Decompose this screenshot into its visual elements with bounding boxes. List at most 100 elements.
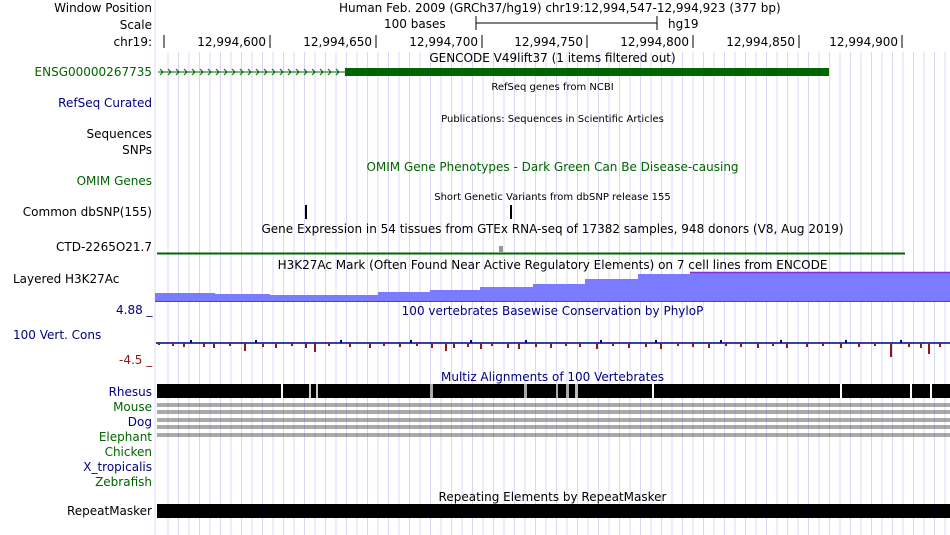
phylop-bar [840,343,842,348]
multiz-gap [566,384,569,398]
phylop-bar [410,340,412,343]
phylop-bar [920,343,922,348]
phylop-bar [507,343,509,348]
phylop-bar [467,343,469,347]
phylop-bar [565,343,567,346]
phylop-bar [183,343,185,347]
multiz-gap [930,384,932,398]
phylop-bar [525,340,527,343]
ruler-tick-label: 12,994,650 [303,35,372,49]
phylop-bar [845,340,847,343]
phylop-bar [939,343,941,347]
multiz-gap [281,384,283,398]
gtex-expression-bar[interactable] [499,246,503,252]
phylop-bar [740,343,742,347]
window-position-label: Window Position [54,1,152,15]
multiz-species-label[interactable]: Dog [128,416,152,428]
phylop-bar [786,343,788,348]
scale-assembly: hg19 [668,17,699,31]
repeatmasker-track-label[interactable]: RepeatMasker [67,505,152,517]
phylop-bar [600,340,602,343]
dbsnp-track-title: Short Genetic Variants from dbSNP releas… [434,192,671,203]
phylop-bar [328,343,330,346]
phylop-bar [725,343,727,346]
sequences-track-title: Publications: Sequences in Scientific Ar… [441,114,664,125]
phylop-bar [453,343,455,348]
gtex-track-label[interactable]: CTD-2265O21.7 [56,241,152,253]
phylop-bar [190,340,192,343]
multiz-gap [910,384,912,398]
phylop-signal[interactable] [156,340,950,357]
h3k27ac-track-title: H3K27Ac Mark (Often Found Near Active Re… [277,258,828,272]
phylop-bar [431,343,433,348]
scale-bar-label: 100 bases [384,17,446,31]
dbsnp-variant[interactable] [510,205,512,219]
ruler-tick-label: 12,994,850 [726,35,795,49]
multiz-gap [524,384,527,398]
phylop-bar [369,343,371,348]
phylop-bar [550,343,552,348]
phylop-bar [806,343,808,347]
ruler-tick-label: 12,994,700 [409,35,478,49]
chrom-label: chr19: [113,35,152,49]
phylop-bar [172,343,174,346]
phylop-track-label[interactable]: 100 Vert. Cons [13,329,101,341]
repeatmasker-element[interactable] [157,504,950,518]
multiz-block-rhesus[interactable] [157,384,950,398]
sequences-track-label[interactable]: Sequences [87,128,152,140]
multiz-track-title: Multiz Alignments of 100 Vertebrates [440,370,665,384]
phylop-bar [780,340,782,343]
phylop-bar [692,343,694,347]
multiz-species-label[interactable]: Mouse [113,401,152,413]
phylop-bar [275,343,277,348]
multiz-species-label[interactable]: Rhesus [109,386,152,398]
phylop-bar [213,343,215,348]
phylop-bar [383,343,385,346]
h3k27ac-area[interactable] [155,272,950,301]
ruler-tick-label: 12,994,600 [197,35,266,49]
multiz-gap [575,384,578,398]
phylop-bar [655,340,657,343]
dbsnp-variant[interactable] [305,205,307,219]
multiz-species-label[interactable]: Zebrafish [95,476,152,488]
ruler-tick-label: 12,994,800 [620,35,689,49]
phylop-track-title: 100 vertebrates Basewise Conservation by… [401,304,704,318]
phylop-bar [305,343,307,348]
phylop-bar [340,340,342,343]
phylop-bar [858,343,860,347]
phylop-bar [660,343,662,349]
phylop-bar [596,343,598,349]
window-position-value[interactable]: Human Feb. 2009 (GRCh37/hg19) chr19:12,9… [339,2,781,14]
phylop-bar [928,343,930,354]
multiz-alignment-tracks[interactable] [157,384,950,437]
gencode-track-title: GENCODE V49lift37 (1 items filtered out) [429,51,676,65]
multiz-gap [316,384,318,398]
phylop-min-label: -4.5 _ [119,353,153,367]
multiz-gap [840,384,842,398]
phylop-bar [720,340,722,343]
phylop-bar [908,343,910,347]
multiz-gap [556,384,558,398]
phylop-bar [203,343,205,347]
gencode-gene-model[interactable] [158,68,829,76]
phylop-bar [535,343,537,347]
dbsnp-track-label[interactable]: Common dbSNP(155) [23,206,152,218]
phylop-bar [757,343,759,348]
multiz-gap [430,384,433,398]
refseq-track-title: RefSeq genes from NCBI [491,82,614,93]
phylop-bar [229,343,231,346]
snps-track-label[interactable]: SNPs [122,144,152,156]
multiz-species-label[interactable]: Chicken [105,446,152,458]
h3k27ac-signal[interactable] [155,271,950,301]
phylop-bar [628,343,630,348]
gencode-track-label[interactable]: ENSG00000267735 [35,66,152,78]
h3k27ac-track-label[interactable]: Layered H3K27Ac [13,273,119,285]
phylop-bar [480,343,482,349]
gtex-track-title: Gene Expression in 54 tissues from GTEx … [261,222,844,236]
multiz-species-label[interactable]: Elephant [99,431,152,443]
gencode-exon[interactable] [345,68,829,76]
multiz-species-label[interactable]: X_tropicalis [83,461,152,473]
omim-track-label[interactable]: OMIM Genes [77,175,152,187]
phylop-bar [445,343,447,351]
refseq-track-label[interactable]: RefSeq Curated [58,97,152,109]
